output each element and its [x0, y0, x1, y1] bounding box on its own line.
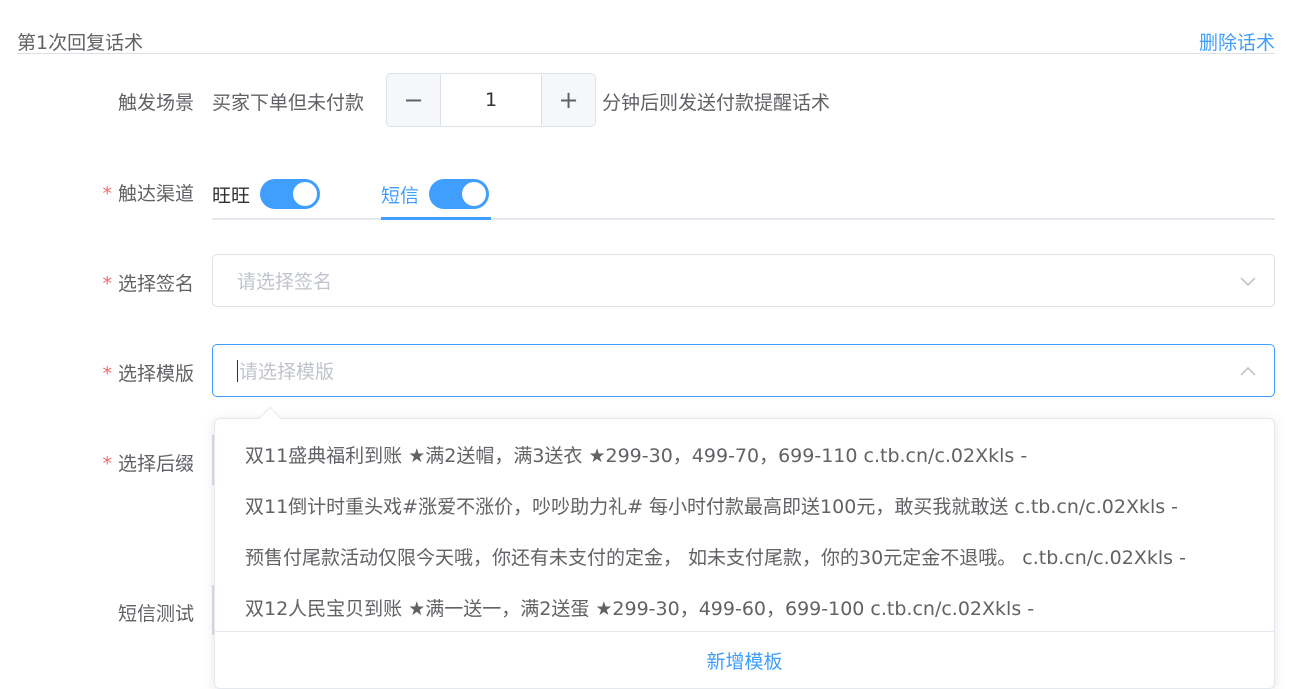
- tab-sms-label: 短信: [381, 184, 420, 207]
- signature-label-text: 选择签名: [117, 273, 194, 295]
- sms-test-label: 短信测试: [117, 603, 194, 625]
- tab-wangwang-label: 旺旺: [212, 184, 251, 207]
- stepper-value[interactable]: 1: [441, 74, 541, 126]
- add-template-button[interactable]: 新增模板: [706, 647, 782, 674]
- template-option[interactable]: 预售付尾款活动仅限今天哦，你还有未支付的定金， 如未支付尾款，你的30元定金不退…: [245, 531, 1250, 582]
- template-option-text: 双11盛典福利到账 ★满2送帽，满3送衣 ★299-30，499-70，699-…: [245, 445, 1028, 467]
- required-mark: *: [102, 183, 112, 205]
- dropdown-footer: 新增模板: [215, 631, 1274, 689]
- active-tab-indicator: [381, 217, 491, 220]
- sms-toggle[interactable]: [429, 179, 490, 209]
- suffix-label-text: 选择后缀: [117, 453, 194, 475]
- chevron-down-icon: [1240, 276, 1256, 286]
- toggle-knob: [462, 182, 487, 206]
- channel-tabs: 旺旺 短信: [212, 170, 1275, 220]
- template-option[interactable]: 双12人民宝贝到账 ★满一送一，满2送蛋 ★299-30，499-60，699-…: [245, 582, 1250, 633]
- tab-wangwang[interactable]: 旺旺: [212, 170, 321, 218]
- required-mark: *: [102, 273, 112, 295]
- suffix-label: * 选择后缀: [102, 449, 194, 476]
- template-placeholder: 请选择模版: [239, 361, 335, 383]
- trigger-suffix-text: 分钟后则发送付款提醒话术: [602, 92, 831, 114]
- wangwang-toggle[interactable]: [260, 179, 321, 209]
- section-header: 第1次回复话术 删除话术: [17, 26, 1275, 54]
- template-input[interactable]: 请选择模版: [237, 345, 334, 396]
- section-title: 第1次回复话术: [17, 32, 144, 54]
- tab-sms[interactable]: 短信: [381, 170, 490, 218]
- template-label-text: 选择模版: [117, 363, 194, 385]
- required-mark: *: [102, 453, 112, 475]
- signature-placeholder: 请选择签名: [237, 271, 333, 293]
- minutes-stepper: − 1 +: [386, 73, 596, 127]
- trigger-label: 触发场景: [117, 92, 194, 114]
- template-option-text: 双12人民宝贝到账 ★满一送一，满2送蛋 ★299-30，499-60，699-…: [245, 598, 1035, 620]
- template-label: * 选择模版: [102, 359, 194, 386]
- text-cursor: [237, 359, 238, 382]
- delete-script-link[interactable]: 删除话术: [1199, 28, 1275, 55]
- template-option[interactable]: 双11倒计时重头戏#涨爱不涨价，吵吵助力礼# 每小时付款最高即送100元，敢买我…: [245, 480, 1250, 531]
- chevron-up-icon: [1240, 366, 1256, 376]
- template-dropdown: 双11盛典福利到账 ★满2送帽，满3送衣 ★299-30，499-70，699-…: [214, 418, 1275, 689]
- template-option[interactable]: 双11盛典福利到账 ★满2送帽，满3送衣 ★299-30，499-70，699-…: [245, 429, 1250, 480]
- signature-label: * 选择签名: [102, 269, 194, 296]
- template-select[interactable]: 请选择模版: [212, 344, 1275, 397]
- stepper-increase-button[interactable]: +: [541, 74, 595, 126]
- channel-label: * 触达渠道: [102, 179, 194, 206]
- stepper-decrease-button[interactable]: −: [387, 74, 441, 126]
- template-option-text: 双11倒计时重头戏#涨爱不涨价，吵吵助力礼# 每小时付款最高即送100元，敢买我…: [245, 496, 1179, 518]
- required-mark: *: [102, 363, 112, 385]
- channel-label-text: 触达渠道: [117, 183, 194, 205]
- toggle-knob: [293, 182, 318, 206]
- template-option-text: 预售付尾款活动仅限今天哦，你还有未支付的定金， 如未支付尾款，你的30元定金不退…: [245, 547, 1186, 569]
- trigger-prefix-text: 买家下单但未付款: [212, 92, 365, 114]
- signature-select[interactable]: 请选择签名: [212, 254, 1275, 307]
